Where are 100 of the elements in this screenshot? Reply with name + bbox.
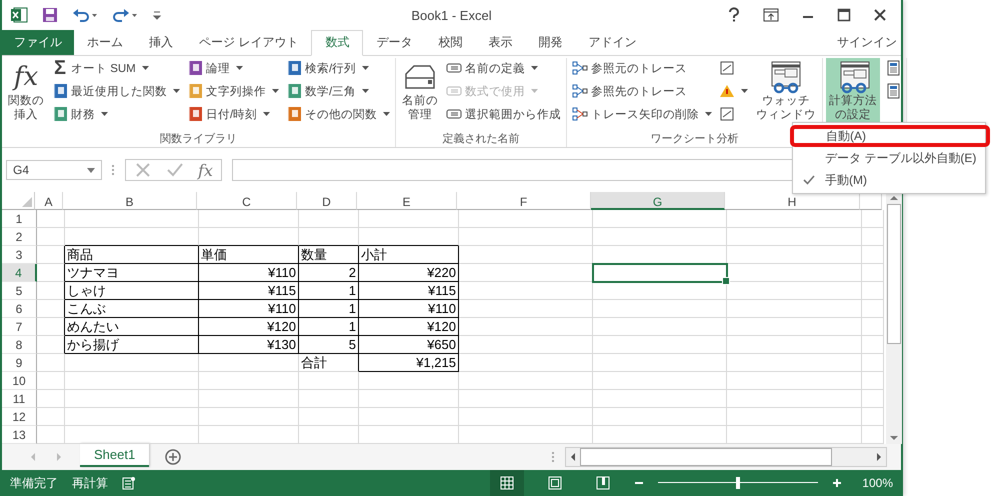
row-header[interactable]: 4 — [2, 264, 37, 282]
sheet-cell[interactable] — [37, 318, 65, 336]
ribbon-button[interactable]: Σ オート SUM — [50, 58, 182, 79]
sheet-cell[interactable]: 商品 — [65, 246, 199, 264]
ribbon-button[interactable]: 参照先のトレース — [570, 80, 714, 102]
sheet-cell[interactable]: 1 — [299, 300, 359, 318]
fill-handle[interactable] — [722, 277, 730, 286]
ribbon-tab[interactable]: 校閲 — [425, 30, 476, 55]
sheet-cell[interactable] — [37, 282, 65, 300]
sheet-cell[interactable]: しゃけ — [65, 282, 199, 300]
menu-item[interactable]: 自動(A) — [790, 125, 990, 147]
ribbon-button[interactable]: その他の関数 — [284, 104, 392, 125]
ribbon-tab[interactable]: ページ レイアウト — [186, 30, 312, 55]
sheet-cell[interactable]: ¥650 — [359, 336, 459, 354]
check-icon[interactable] — [166, 161, 184, 180]
ribbon-tab[interactable]: 挿入 — [136, 30, 186, 55]
ribbon-button[interactable]: 名前の定義 — [444, 58, 563, 79]
row-header[interactable]: 1 — [2, 210, 37, 228]
sheet-cell[interactable] — [37, 300, 65, 318]
ribbon-tab[interactable]: 数式 — [311, 30, 364, 56]
ribbon-button[interactable]: 検索/行列 — [284, 58, 392, 79]
column-header[interactable]: D — [297, 192, 357, 210]
sheet-cell[interactable]: めんたい — [65, 318, 199, 336]
row-header[interactable]: 9 — [2, 354, 37, 372]
sheet-cell[interactable]: ¥115 — [359, 282, 459, 300]
sheet-cell[interactable]: 2 — [299, 264, 359, 282]
sheet-cell[interactable]: ¥110 — [359, 300, 459, 318]
insert-function-button[interactable]: fx — [198, 160, 213, 180]
row-header[interactable]: 8 — [2, 336, 37, 354]
ribbon-tab[interactable]: 表示 — [475, 30, 526, 55]
ribbon-large-button[interactable]: 名前の 管理 — [399, 58, 441, 132]
sheet-cell[interactable]: ツナマヨ — [65, 264, 199, 282]
sheet-cell[interactable]: から揚げ — [65, 336, 199, 354]
ribbon-large-button[interactable]: fx 関数の 挿入 — [5, 58, 47, 132]
next-sheet-icon[interactable] — [54, 452, 64, 462]
ribbon-button[interactable]: 参照元のトレース — [570, 58, 714, 79]
column-header[interactable]: G — [591, 192, 725, 210]
sheet-cell[interactable]: 5 — [299, 336, 359, 354]
sheet-cell[interactable]: ¥220 — [359, 264, 459, 282]
sheet-cell[interactable]: こんぶ — [65, 300, 199, 318]
sheet-cell[interactable] — [37, 264, 65, 282]
row-header[interactable]: 2 — [2, 228, 37, 246]
ribbon-tab[interactable]: データ — [363, 30, 426, 55]
ribbon-tab[interactable]: アドイン — [575, 30, 650, 55]
redo-icon[interactable] — [112, 6, 138, 23]
zoom-level[interactable]: 100% — [862, 476, 893, 490]
zoom-in-icon[interactable] — [832, 478, 842, 488]
help-icon[interactable] — [727, 6, 741, 23]
sheet-cell[interactable]: ¥130 — [199, 336, 299, 354]
zoom-slider[interactable] — [658, 476, 818, 490]
row-header[interactable]: 6 — [2, 300, 37, 318]
sign-in-link[interactable]: サインイン — [833, 30, 901, 55]
ribbon-tab[interactable]: ホーム — [74, 30, 136, 55]
menu-item[interactable]: データ テーブル以外自動(E) — [793, 147, 985, 169]
add-sheet-icon[interactable] — [165, 449, 182, 466]
column-header[interactable]: B — [63, 192, 197, 210]
sheet-cell[interactable]: ¥120 — [199, 318, 299, 336]
column-header[interactable]: E — [357, 192, 457, 210]
ribbon-button[interactable]: 財務 — [50, 104, 182, 125]
sheet-cell[interactable]: 合計 — [299, 354, 359, 372]
ribbon-button[interactable]: 数学/三角 — [284, 80, 392, 102]
maximize-icon[interactable] — [837, 8, 851, 22]
sheet-cell[interactable]: ¥110 — [199, 264, 299, 282]
horizontal-scrollbar[interactable] — [565, 447, 887, 468]
row-header[interactable]: 10 — [2, 372, 37, 390]
file-tab[interactable]: ファイル — [2, 30, 74, 55]
ribbon-button[interactable]: 選択範囲から作成 — [444, 104, 563, 125]
cancel-icon[interactable] — [134, 161, 152, 180]
ribbon-button[interactable]: 最近使用した関数 — [50, 80, 182, 102]
select-all-icon[interactable] — [22, 197, 32, 208]
close-icon[interactable] — [873, 8, 887, 22]
row-header[interactable]: 5 — [2, 282, 37, 300]
sheet-cell[interactable] — [37, 246, 65, 264]
save-icon[interactable] — [42, 6, 58, 23]
ribbon-button[interactable]: 文字列操作 — [185, 80, 281, 102]
ribbon-button[interactable]: 日付/時刻 — [185, 104, 281, 125]
name-box[interactable]: G4 — [6, 160, 102, 180]
sheet-cell[interactable]: 1 — [299, 318, 359, 336]
vertical-scrollbar[interactable] — [886, 192, 902, 444]
column-header[interactable]: A — [35, 192, 63, 210]
sheet-cell[interactable]: ¥115 — [199, 282, 299, 300]
row-header[interactable]: 7 — [2, 318, 37, 336]
sheet-tab[interactable]: Sheet1 — [80, 443, 150, 468]
menu-item[interactable]: 手動(M) — [793, 169, 985, 191]
ribbon-button[interactable]: トレース矢印の削除 — [570, 104, 714, 125]
macro-recording-icon[interactable] — [122, 476, 136, 490]
customize-toolbar-icon[interactable] — [152, 8, 162, 21]
ribbon-button[interactable]: 論理 — [185, 58, 281, 79]
ribbon-display-icon[interactable] — [763, 8, 779, 22]
sheet-cell[interactable]: 数量 — [299, 246, 359, 264]
sheet-cell[interactable]: 小計 — [359, 246, 459, 264]
view-button[interactable] — [490, 470, 524, 496]
sheet-cell[interactable]: ¥1,215 — [359, 354, 459, 372]
row-header[interactable]: 12 — [2, 408, 37, 426]
ribbon-tab[interactable]: 開発 — [525, 30, 576, 55]
sheet-cell[interactable]: ¥120 — [359, 318, 459, 336]
sheet-cell[interactable]: 1 — [299, 282, 359, 300]
sheet-cell[interactable]: ¥110 — [199, 300, 299, 318]
column-header[interactable]: C — [197, 192, 297, 210]
sheet-cell[interactable] — [37, 336, 65, 354]
